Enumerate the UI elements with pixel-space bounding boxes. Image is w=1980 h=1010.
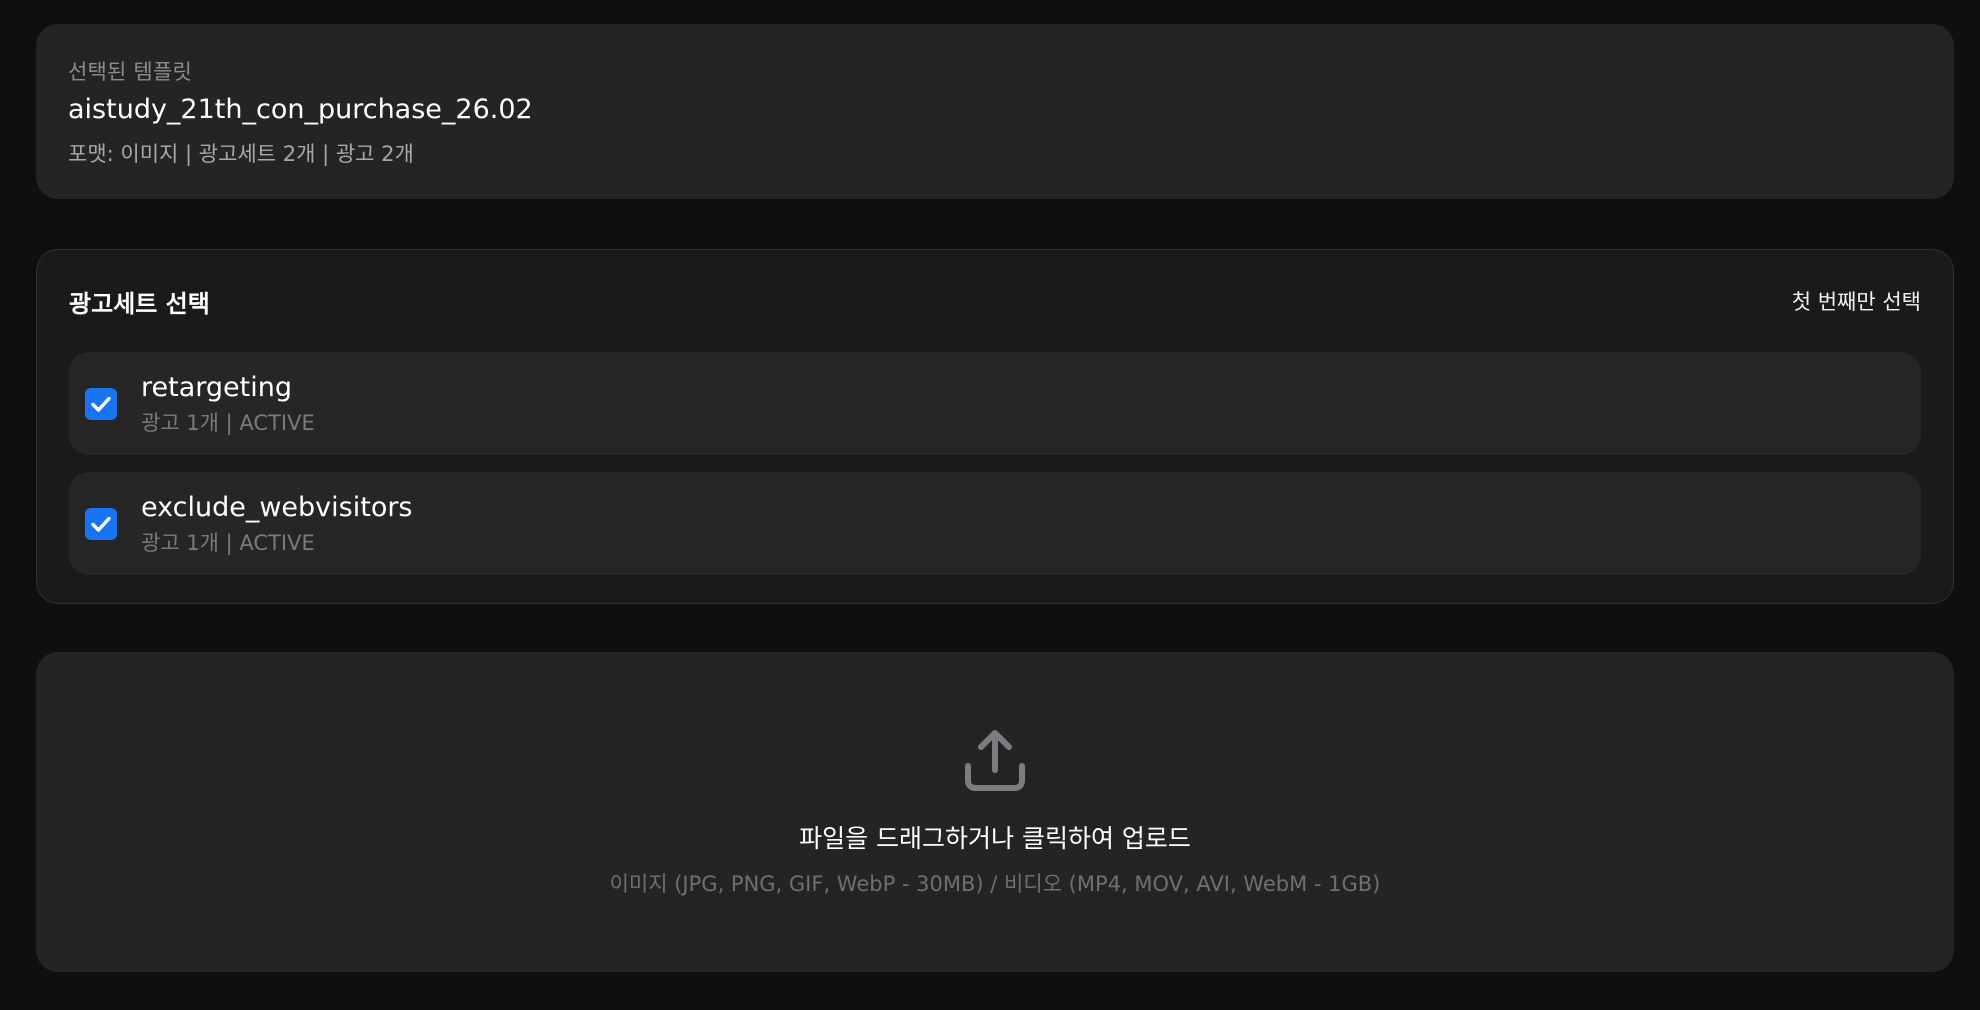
adset-meta: 광고 1개 | ACTIVE xyxy=(141,530,315,555)
checkmark-icon xyxy=(91,516,111,532)
file-upload-dropzone[interactable]: 파일을 드래그하거나 클릭하여 업로드 이미지 (JPG, PNG, GIF, … xyxy=(36,652,1954,972)
upload-icon xyxy=(959,724,1031,796)
upload-format-hint: 이미지 (JPG, PNG, GIF, WebP - 30MB) / 비디오 (… xyxy=(609,872,1381,896)
adset-section-title: 광고세트 선택 xyxy=(69,289,210,318)
select-first-only-button[interactable]: 첫 번째만 선택 xyxy=(1792,286,1921,316)
adset-checkbox-exclude-webvisitors[interactable] xyxy=(85,507,117,540)
adset-meta: 광고 1개 | ACTIVE xyxy=(141,410,315,435)
adset-text: retargeting 광고 1개 | ACTIVE xyxy=(141,371,315,437)
checkmark-icon xyxy=(91,396,111,412)
adset-list: retargeting 광고 1개 | ACTIVE exclude_webvi… xyxy=(69,352,1921,575)
selected-template-label: 선택된 템플릿 xyxy=(68,60,192,84)
template-meta: 포맷: 이미지 | 광고세트 2개 | 광고 2개 xyxy=(68,142,414,166)
adset-name: retargeting xyxy=(141,371,292,403)
selected-template-card: 선택된 템플릿 aistudy_21th_con_purchase_26.02 … xyxy=(36,24,1954,199)
adset-header: 광고세트 선택 첫 번째만 선택 xyxy=(69,286,1921,318)
adset-checkbox-retargeting[interactable] xyxy=(85,387,117,420)
upload-instruction: 파일을 드래그하거나 클릭하여 업로드 xyxy=(799,824,1191,853)
adset-name: exclude_webvisitors xyxy=(141,491,413,523)
page: 선택된 템플릿 aistudy_21th_con_purchase_26.02 … xyxy=(0,0,1980,1010)
adset-selection-card: 광고세트 선택 첫 번째만 선택 retargeting 광고 1개 | ACT… xyxy=(36,249,1954,604)
adset-text: exclude_webvisitors 광고 1개 | ACTIVE xyxy=(141,491,413,557)
adset-item-exclude-webvisitors[interactable]: exclude_webvisitors 광고 1개 | ACTIVE xyxy=(69,472,1921,575)
template-name: aistudy_21th_con_purchase_26.02 xyxy=(68,94,533,125)
adset-item-retargeting[interactable]: retargeting 광고 1개 | ACTIVE xyxy=(69,352,1921,455)
